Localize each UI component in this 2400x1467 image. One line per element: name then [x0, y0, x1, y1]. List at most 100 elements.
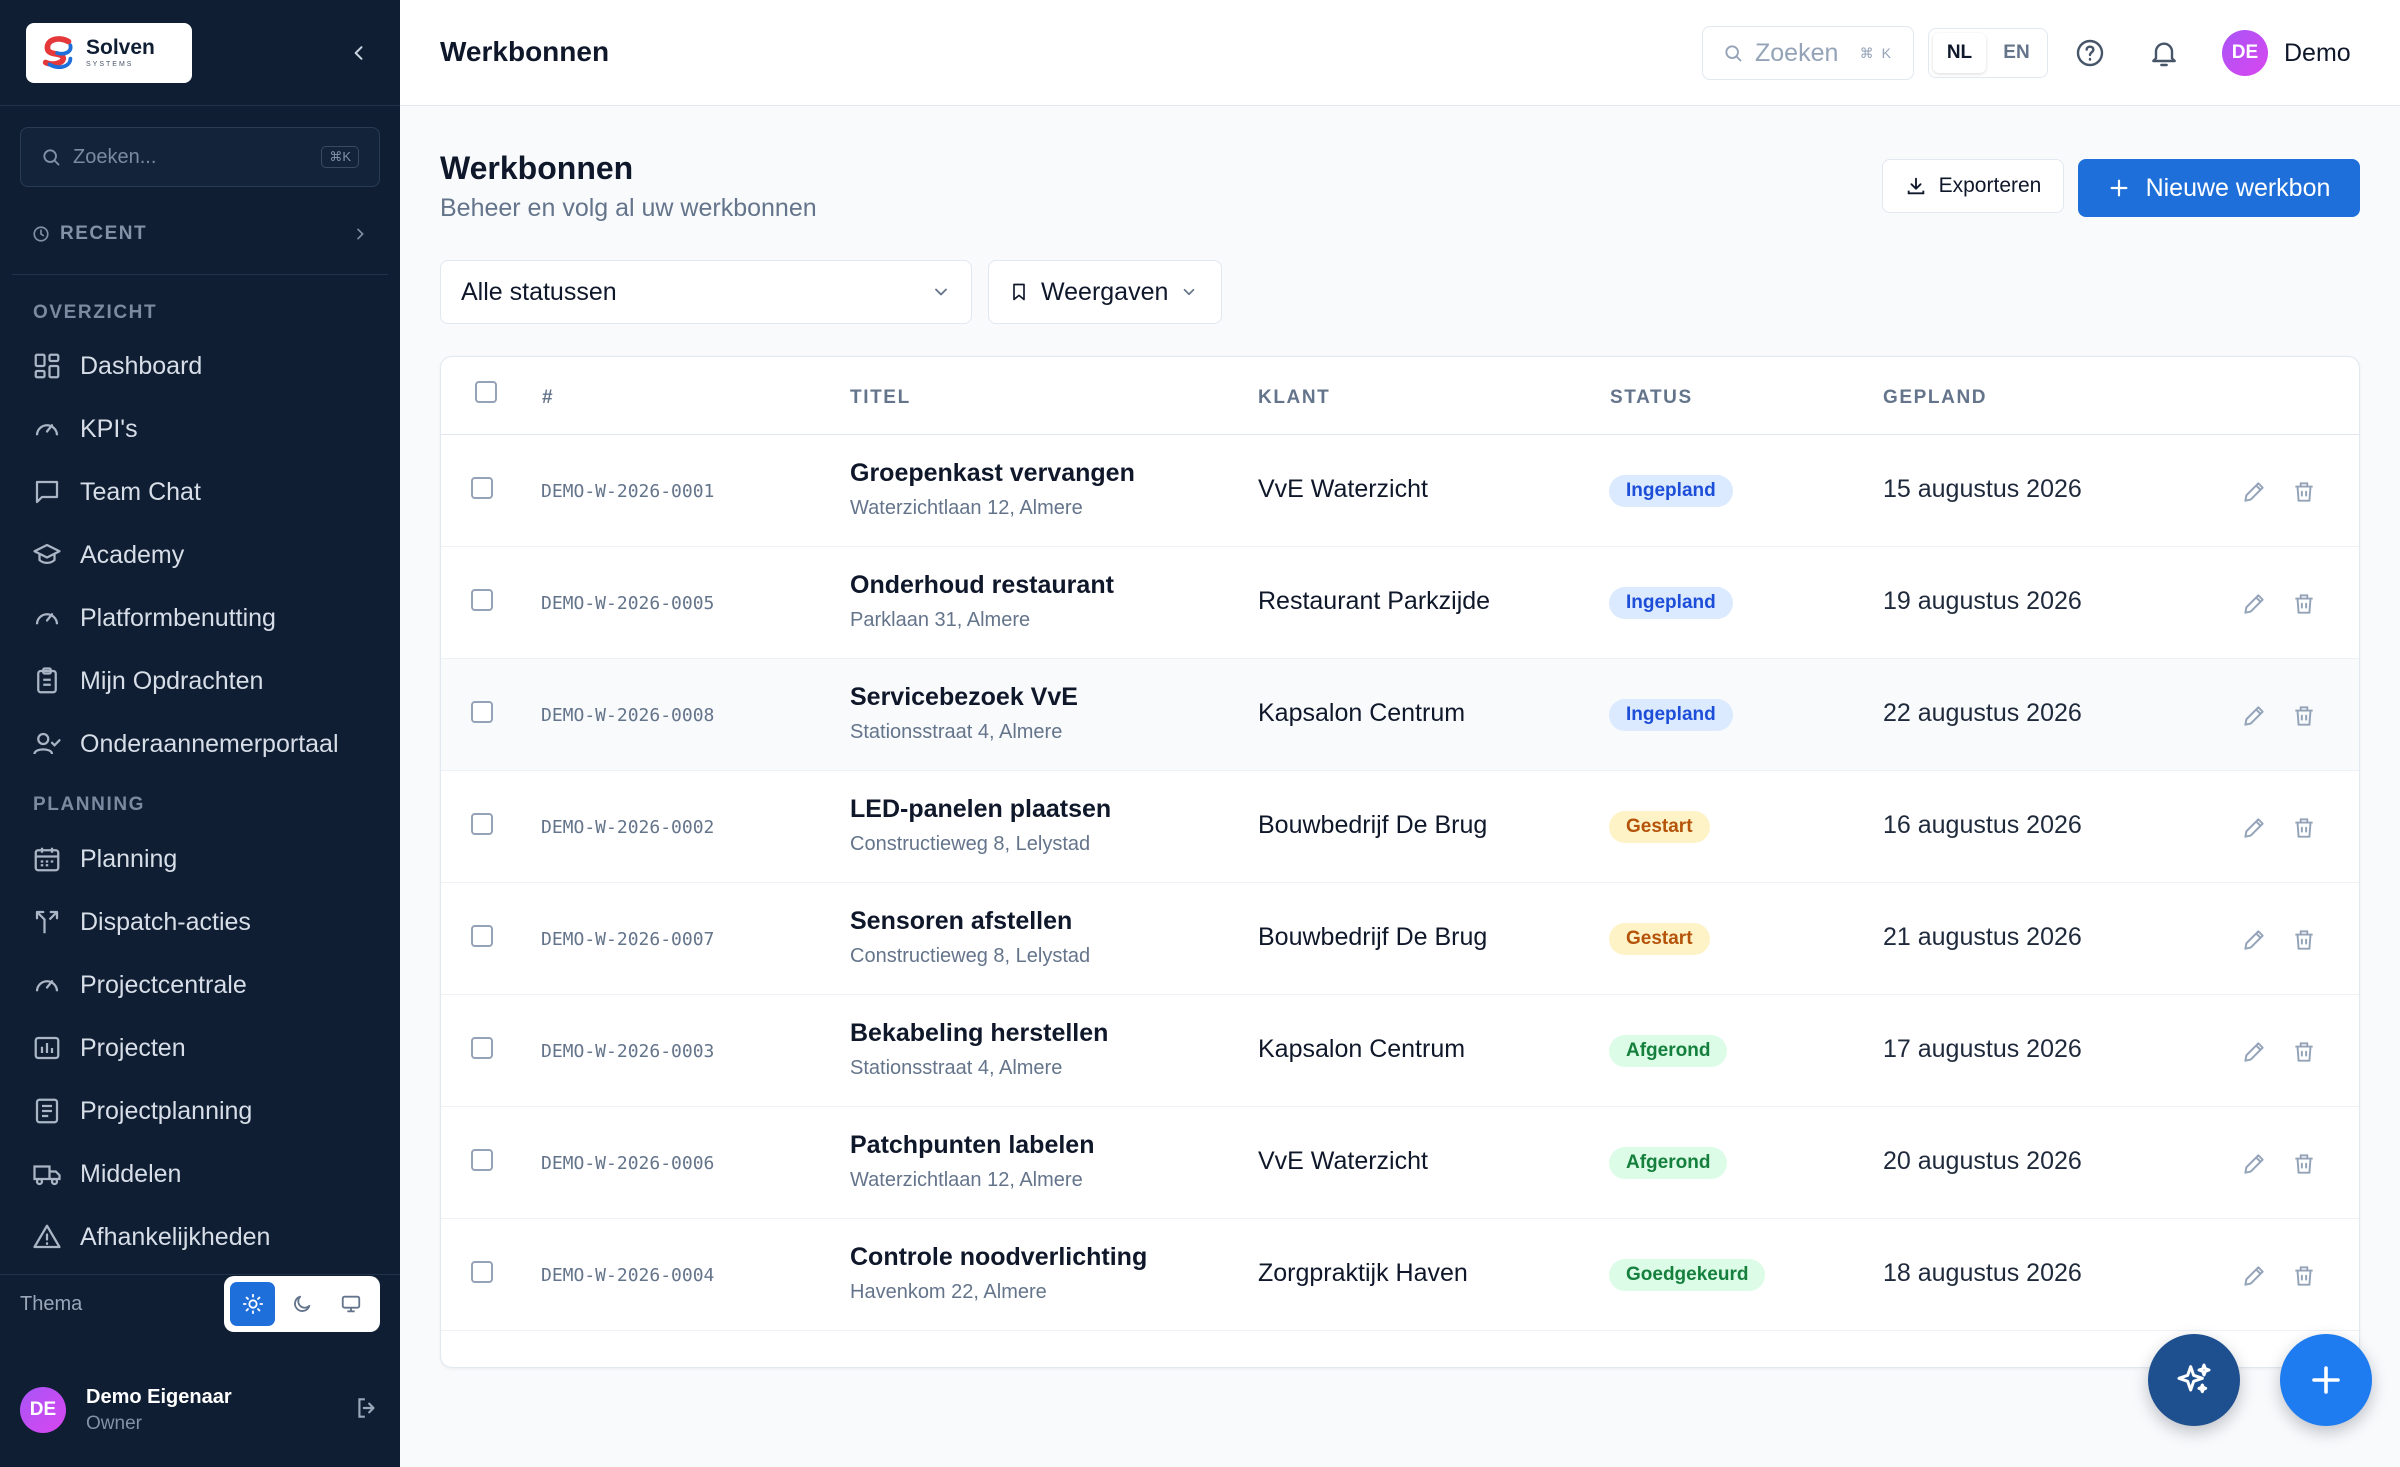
table-row[interactable]: DEMO-W-2026-0005 Onderhoud restaurant Park… — [441, 547, 2359, 659]
table-row[interactable]: DEMO-W-2026-0002 LED-panelen plaatsen Cons… — [441, 771, 2359, 883]
delete-button[interactable] — [2291, 927, 2317, 953]
clock-icon — [33, 226, 49, 242]
delete-button[interactable] — [2291, 1039, 2317, 1065]
nav-planning[interactable]: Planning — [32, 839, 177, 879]
workorder-title[interactable]: Servicebezoek VvE — [850, 683, 1078, 712]
nav-academy[interactable]: Academy — [32, 535, 184, 575]
row-checkbox[interactable] — [471, 1037, 493, 1059]
row-checkbox[interactable] — [471, 477, 493, 499]
help-button[interactable] — [2072, 35, 2108, 71]
split-arrow-icon — [35, 910, 59, 934]
sun-icon — [242, 1293, 263, 1315]
language-en[interactable]: EN — [1990, 33, 2043, 73]
workorder-title[interactable]: Bekabeling herstellen — [850, 1019, 1108, 1048]
header-user-menu[interactable]: DE Demo — [2222, 30, 2351, 76]
workorder-planned-date: 15 augustus 2026 — [1883, 475, 2082, 503]
edit-button[interactable] — [2241, 927, 2267, 953]
row-checkbox[interactable] — [471, 1261, 493, 1283]
table-row[interactable]: DEMO-W-2026-0006 Patchpunten labelen Water… — [441, 1107, 2359, 1219]
nav-onderaannemerportaal[interactable]: Onderaannemerportaal — [32, 724, 339, 764]
nav-mijn-opdrachten[interactable]: Mijn Opdrachten — [32, 661, 263, 701]
trash-icon — [2295, 706, 2313, 726]
nav-kpis[interactable]: KPI's — [32, 409, 138, 449]
delete-button[interactable] — [2291, 1263, 2317, 1289]
row-checkbox[interactable] — [471, 701, 493, 723]
column-status[interactable]: STATUS — [1610, 387, 1693, 409]
gauge-icon — [35, 424, 59, 436]
workorder-title[interactable]: LED-panelen plaatsen — [850, 795, 1111, 824]
nav-label: Mijn Opdrachten — [80, 666, 264, 695]
views-dropdown[interactable]: Weergaven — [988, 260, 1222, 324]
nav-team-chat[interactable]: Team Chat — [32, 472, 201, 512]
workorder-planned-date: 16 augustus 2026 — [1883, 811, 2082, 839]
edit-button[interactable] — [2241, 703, 2267, 729]
delete-button[interactable] — [2291, 591, 2317, 617]
edit-button[interactable] — [2241, 815, 2267, 841]
header-search[interactable]: Zoeken ⌘ K — [1702, 26, 1914, 80]
workorder-title[interactable]: Sensoren afstellen — [850, 907, 1072, 936]
table-row[interactable]: DEMO-W-2026-0001 Groepenkast vervangen Wat… — [441, 435, 2359, 547]
select-all-checkbox[interactable] — [475, 381, 497, 403]
nav-projectcentrale[interactable]: Projectcentrale — [32, 965, 247, 1005]
logout-button[interactable] — [354, 1395, 380, 1426]
nav-projectplanning[interactable]: Projectplanning — [32, 1091, 252, 1131]
table-row[interactable]: DEMO-W-2026-0008 Servicebezoek VvE Station… — [441, 659, 2359, 771]
recent-toggle[interactable]: RECENT — [32, 223, 368, 245]
workorder-title[interactable]: Groepenkast vervangen — [850, 459, 1135, 488]
sidebar-divider — [12, 274, 388, 275]
table-row[interactable]: DEMO-W-2026-0007 Sensoren afstellen Constr… — [441, 883, 2359, 995]
workorder-title[interactable]: Onderhoud restaurant — [850, 571, 1114, 600]
export-button[interactable]: Exporteren — [1882, 159, 2064, 213]
logo[interactable]: Solven SYSTEMS — [26, 22, 192, 83]
sidebar-search[interactable]: Zoeken... ⌘K — [20, 127, 380, 187]
theme-dark-button[interactable] — [279, 1282, 324, 1326]
nav-afhankelijkheden[interactable]: Afhankelijkheden — [32, 1217, 270, 1257]
edit-button[interactable] — [2241, 1151, 2267, 1177]
column-client[interactable]: KLANT — [1258, 387, 1330, 409]
row-checkbox[interactable] — [471, 813, 493, 835]
logo-name: Solven — [86, 36, 155, 59]
row-checkbox[interactable] — [471, 589, 493, 611]
delete-button[interactable] — [2291, 479, 2317, 505]
edit-button[interactable] — [2241, 591, 2267, 617]
table-row[interactable]: DEMO-W-2026-0004 Controle noodverlichting… — [441, 1219, 2359, 1331]
trash-icon — [2295, 594, 2313, 614]
status-filter-select[interactable]: Alle statussen — [440, 260, 972, 324]
nav-dispatch-acties[interactable]: Dispatch-acties — [32, 902, 251, 942]
row-checkbox[interactable] — [471, 925, 493, 947]
language-nl[interactable]: NL — [1933, 33, 1986, 73]
theme-system-button[interactable] — [329, 1282, 374, 1326]
pencil-icon — [2244, 930, 2264, 950]
edit-button[interactable] — [2241, 1263, 2267, 1289]
truck-icon — [33, 1165, 61, 1186]
column-planned[interactable]: GEPLAND — [1883, 387, 1987, 409]
chevron-down-icon — [935, 288, 947, 296]
theme-light-button[interactable] — [230, 1282, 276, 1326]
column-number[interactable]: # — [542, 387, 554, 409]
delete-button[interactable] — [2291, 703, 2317, 729]
notifications-button[interactable] — [2146, 35, 2182, 71]
workorder-address: Parklaan 31, Almere — [850, 609, 1031, 631]
nav-platformbenutting[interactable]: Platformbenutting — [32, 598, 276, 638]
table-row[interactable]: DEMO-W-2026-0003 Bekabeling herstellen Sta… — [441, 995, 2359, 1107]
nav-dashboard[interactable]: Dashboard — [32, 346, 202, 386]
delete-button[interactable] — [2291, 1151, 2317, 1177]
quick-add-button[interactable] — [2280, 1334, 2372, 1426]
ai-assistant-button[interactable] — [2148, 1334, 2240, 1426]
nav-projecten[interactable]: Projecten — [32, 1028, 186, 1068]
avatar[interactable]: DE — [20, 1387, 66, 1433]
workorder-client: VvE Waterzicht — [1258, 1147, 1428, 1175]
logo-tagline: SYSTEMS — [86, 61, 134, 68]
new-workorder-button[interactable]: Nieuwe werkbon — [2078, 159, 2360, 217]
delete-button[interactable] — [2291, 815, 2317, 841]
workorder-planned-date: 19 augustus 2026 — [1883, 587, 2082, 615]
collapse-sidebar-button[interactable] — [344, 38, 374, 68]
edit-button[interactable] — [2241, 1039, 2267, 1065]
workorder-title[interactable]: Patchpunten labelen — [850, 1131, 1094, 1160]
nav-middelen[interactable]: Middelen — [32, 1154, 181, 1194]
nav-label: Afhankelijkheden — [80, 1222, 271, 1251]
workorder-title[interactable]: Controle noodverlichting — [850, 1243, 1147, 1272]
row-checkbox[interactable] — [471, 1149, 493, 1171]
column-title[interactable]: TITEL — [850, 387, 911, 409]
edit-button[interactable] — [2241, 479, 2267, 505]
